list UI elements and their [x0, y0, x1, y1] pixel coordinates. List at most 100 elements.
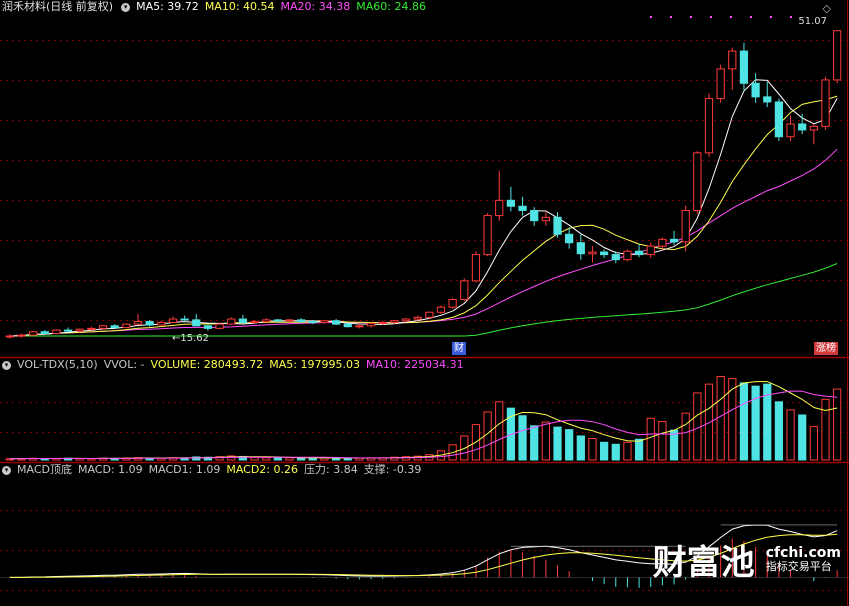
high-price-label: 51.07: [798, 16, 827, 27]
collapse-icon[interactable]: ◇: [823, 2, 831, 15]
candle-body: [320, 320, 329, 323]
candle-body: [495, 199, 504, 217]
candle: [716, 64, 725, 103]
candle-body: [600, 251, 609, 256]
candle-body: [798, 123, 807, 131]
candle-body: [786, 123, 795, 138]
volume-header: ▾ VOL-TDX(5,10) VVOL: - VOLUME: 280493.72 MA…: [2, 358, 470, 372]
signal-dot: [790, 16, 792, 18]
volume-bar: [739, 382, 749, 461]
candle: [98, 324, 108, 330]
candle: [320, 319, 329, 324]
volume-bar: [530, 425, 539, 461]
signal-dot: [670, 16, 672, 18]
candle-body: [180, 318, 189, 321]
candle: [366, 322, 376, 328]
volume-bar: [716, 376, 725, 461]
candle: [763, 81, 772, 108]
volume-bar: [833, 388, 842, 461]
candle-body: [611, 254, 620, 261]
candle: [634, 244, 644, 258]
candle-body: [203, 325, 213, 329]
candle: [157, 320, 166, 326]
candle: [518, 196, 527, 216]
volume-bar: [553, 426, 562, 461]
macd-indicator-name[interactable]: MACD顶底: [17, 463, 72, 476]
candle-body: [739, 50, 749, 84]
macd-header: ▾ MACD顶底 MACD: 1.09 MACD1: 1.09 MACD2: 0.26 压…: [2, 463, 427, 477]
candle-body: [833, 30, 842, 81]
candle-body: [576, 242, 585, 255]
candle: [833, 30, 842, 84]
candle: [786, 115, 795, 141]
support-value: 支撑: -0.39: [363, 463, 422, 476]
candle-body: [669, 238, 679, 243]
candle-body: [343, 323, 352, 328]
volume-bar: [798, 414, 807, 461]
candle-body: [308, 321, 317, 324]
volume-panel[interactable]: [5, 376, 842, 461]
candle-body: [285, 319, 294, 322]
signal-dot: [710, 16, 712, 18]
volume-value: VOLUME: 280493.72: [150, 358, 264, 371]
volume-bar: [634, 438, 644, 461]
volume-bar: [809, 426, 818, 461]
candle-body: [122, 323, 131, 329]
candle-body: [553, 216, 562, 235]
candle-body: [448, 299, 457, 308]
stock-title[interactable]: 润禾材料(日线 前复权): [2, 0, 113, 13]
candle-body: [145, 321, 154, 326]
ma10-value: MA10: 40.54: [204, 0, 275, 13]
candle-body: [215, 323, 224, 329]
volume-bar: [262, 457, 271, 461]
candle-body: [809, 125, 818, 131]
candle-body: [75, 328, 84, 332]
candle-body: [63, 329, 73, 332]
limit-up-tag[interactable]: 涨榜: [814, 342, 838, 355]
candle-body: [52, 329, 61, 334]
stock-chart[interactable]: [0, 0, 849, 606]
candle: [192, 313, 201, 327]
watermark-domain: cfchi.com: [765, 544, 841, 561]
candle-body: [634, 250, 644, 256]
candle-body: [565, 233, 574, 244]
candle-body: [518, 205, 527, 211]
candle-body: [87, 327, 96, 330]
volume-bar: [821, 398, 830, 461]
macd2-value: MACD2: 0.26: [226, 463, 298, 476]
macd-value: MACD: 1.09: [77, 463, 143, 476]
price-panel[interactable]: [5, 16, 842, 339]
candle: [133, 313, 143, 325]
candle: [495, 170, 504, 221]
candle: [227, 317, 236, 325]
candle-body: [29, 331, 38, 336]
volume-bar: [611, 443, 620, 461]
dropdown-icon[interactable]: ▾: [121, 2, 131, 12]
candle-body: [716, 68, 725, 100]
candle-body: [238, 318, 247, 323]
candle: [704, 93, 714, 158]
candle: [238, 314, 247, 323]
candle: [40, 330, 49, 335]
volume-bar: [285, 457, 294, 461]
candle: [623, 249, 632, 262]
ma20-value: MA20: 34.38: [280, 0, 351, 13]
candle: [355, 324, 364, 329]
volume-bar: [786, 409, 795, 461]
candle-body: [693, 152, 702, 211]
candle-body: [157, 321, 166, 326]
dropdown-icon[interactable]: ▾: [2, 465, 11, 475]
candle-body: [366, 322, 376, 327]
signal-dot: [750, 16, 752, 18]
candle: [471, 251, 481, 283]
vol-indicator-name[interactable]: VOL-TDX(5,10): [17, 358, 98, 371]
candle: [110, 324, 119, 329]
candle: [541, 212, 550, 226]
candle-body: [355, 325, 364, 328]
candle-body: [704, 98, 714, 154]
dropdown-icon[interactable]: ▾: [2, 360, 11, 370]
finance-tag[interactable]: 财: [452, 342, 466, 355]
candle-body: [390, 320, 399, 323]
volume-bar: [565, 429, 574, 461]
candle-body: [774, 101, 784, 138]
